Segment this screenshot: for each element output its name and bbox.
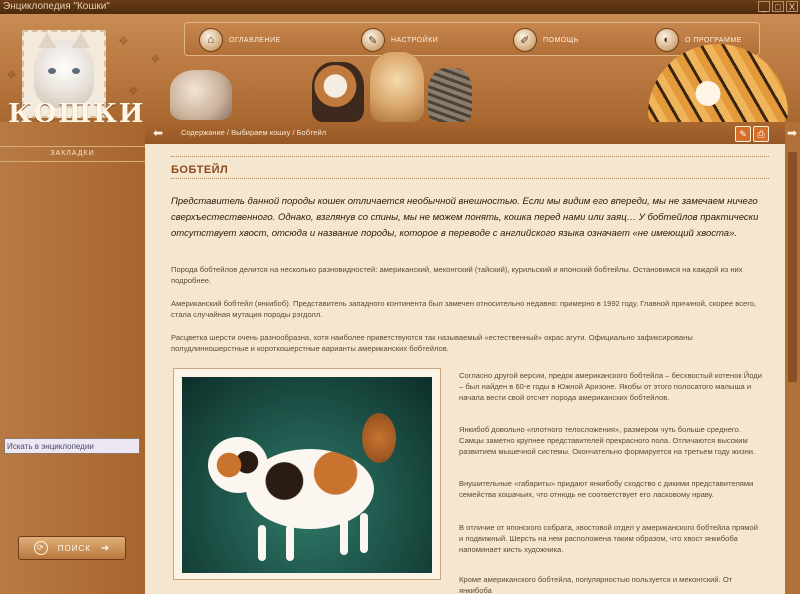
article-paragraph: Согласно другой версии, предок американс… xyxy=(459,371,762,402)
window-title: Энциклопедия "Кошки" xyxy=(3,1,110,12)
arrow-right-icon: ➜ xyxy=(100,542,111,554)
search-button[interactable]: ⟳ ПОИСК ➜ xyxy=(18,536,126,560)
article-panel: ⬅ Содержание / Выбираем кошку / Бобтейл … xyxy=(145,122,785,594)
divider xyxy=(171,178,769,179)
close-button[interactable]: X xyxy=(786,1,798,12)
back-arrow-icon[interactable]: ⬅ xyxy=(153,126,163,140)
siamese-cat-image xyxy=(170,70,232,120)
breadcrumb[interactable]: Содержание / Выбираем кошку / Бобтейл xyxy=(181,128,326,137)
paw-icon: ❖ xyxy=(128,84,139,98)
nav-label: ОГЛАВЛЕНИЕ xyxy=(229,36,281,44)
search-icon: ⟳ xyxy=(33,541,48,555)
bookmark-add-icon[interactable]: ✎ xyxy=(735,126,751,142)
divider xyxy=(171,156,769,157)
nav-label: НАСТРОЙКИ xyxy=(391,36,439,44)
article-paragraph: Американский бобтейл (янкибоб). Представ… xyxy=(171,299,757,319)
calico-cat-image xyxy=(312,62,364,122)
help-icon: ✐ xyxy=(513,28,537,52)
print-icon[interactable]: ⎙ xyxy=(753,126,769,142)
article-paragraph: В отличие от японского собрата, хвостово… xyxy=(459,523,758,554)
search-input[interactable] xyxy=(4,438,140,454)
minimize-button[interactable]: _ xyxy=(758,1,770,12)
settings-icon: ✎ xyxy=(361,28,385,52)
sidebar: ЗАКЛАДКИ ⟳ ПОИСК ➜ xyxy=(0,122,145,594)
orange-cat-image xyxy=(370,52,424,122)
nav-item-settings[interactable]: ✎ НАСТРОЙКИ xyxy=(361,27,438,53)
maximize-button[interactable]: □ xyxy=(772,1,784,12)
search-button-label: ПОИСК xyxy=(57,543,91,553)
paw-icon: ❖ xyxy=(150,52,161,66)
paw-icon: ❖ xyxy=(6,68,17,82)
window-titlebar: Энциклопедия "Кошки" _ □ X xyxy=(0,0,800,14)
forward-arrow-icon[interactable]: ➡ xyxy=(787,126,797,140)
scrollbar[interactable]: ➡ xyxy=(785,122,800,594)
nav-item-contents[interactable]: ⌂ ОГЛАВЛЕНИЕ xyxy=(199,27,281,53)
article-title: БОБТЕЙЛ xyxy=(171,164,229,176)
article-paragraph: Кроме американского бобтейла, популярнос… xyxy=(459,575,733,594)
paw-icon: ❖ xyxy=(118,34,129,48)
article-paragraph: Внушительные «габариты» придают янкибобу… xyxy=(459,479,754,499)
article-lead: Представитель данной породы кошек отлича… xyxy=(171,196,759,239)
article-paragraph: Порода бобтейлов делится на несколько ра… xyxy=(171,265,743,285)
home-icon: ⌂ xyxy=(199,28,223,52)
article-paragraph: Расцветка шерсти очень разнообразна, хот… xyxy=(171,333,693,353)
scrollbar-thumb[interactable] xyxy=(788,152,797,382)
bobtail-photo xyxy=(173,368,441,580)
main-nav: ⌂ ОГЛАВЛЕНИЕ ✎ НАСТРОЙКИ ✐ ПОМОЩЬ ◐ О ПР… xyxy=(184,22,760,56)
nav-label: О ПРОГРАММЕ xyxy=(685,36,742,44)
bookmarks-tab[interactable]: ЗАКЛАДКИ xyxy=(0,146,145,162)
breadcrumb-bar: ⬅ Содержание / Выбираем кошку / Бобтейл … xyxy=(145,122,785,144)
nav-label: ПОМОЩЬ xyxy=(543,36,579,44)
about-icon: ◐ xyxy=(655,28,679,52)
article-paragraph: Янкибоб довольно «плотного телосложения»… xyxy=(459,425,756,456)
tabby-cat-image xyxy=(428,68,472,122)
nav-item-help[interactable]: ✐ ПОМОЩЬ xyxy=(513,27,579,53)
